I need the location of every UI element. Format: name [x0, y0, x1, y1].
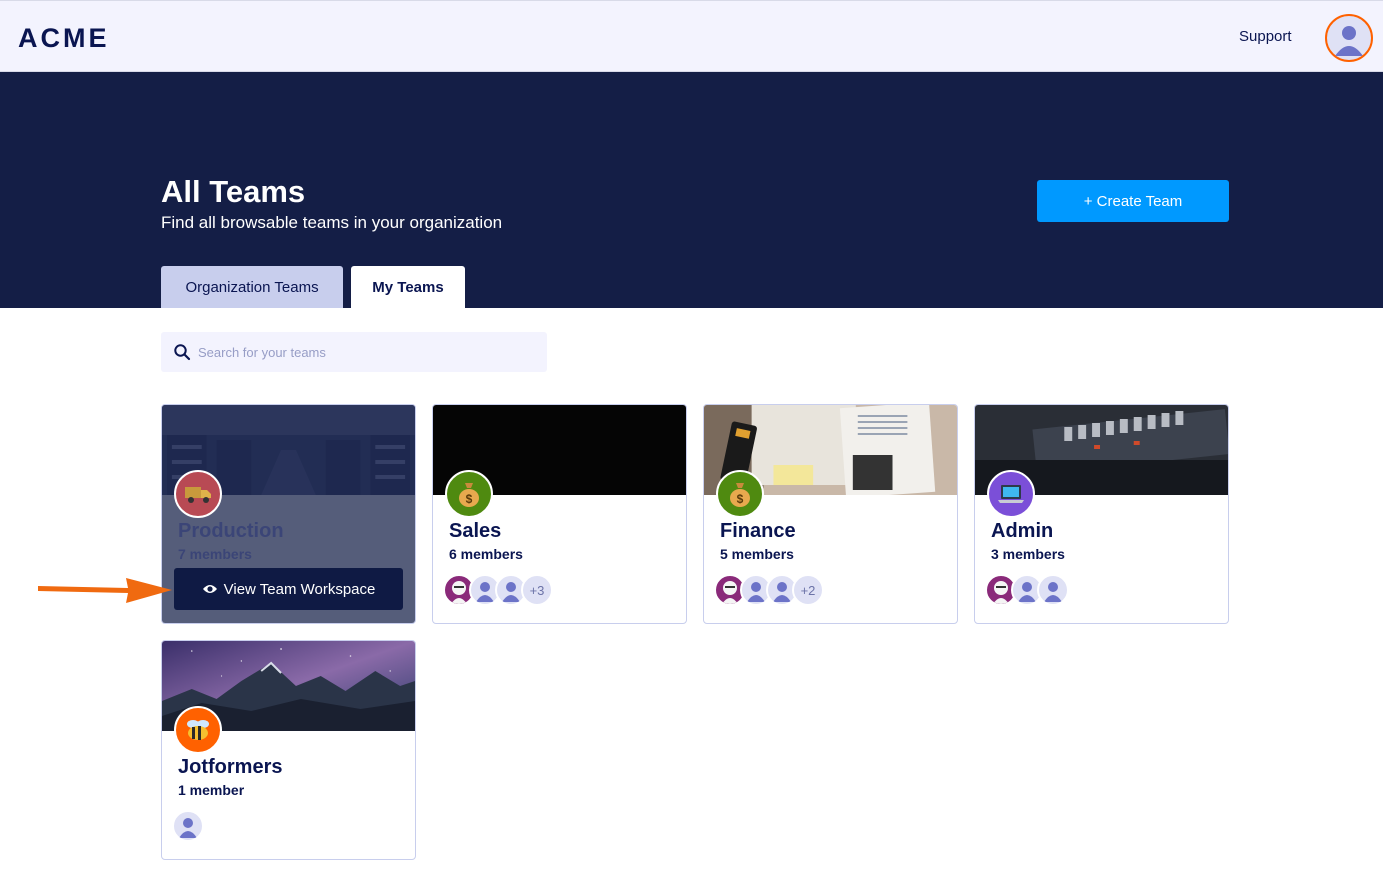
- money-bag-icon: $: [716, 470, 764, 518]
- acme-logo[interactable]: ACME: [18, 23, 110, 54]
- team-name: Finance: [720, 520, 796, 542]
- team-member-count: 5 members: [720, 546, 794, 562]
- annotation-arrow-icon: [38, 578, 172, 603]
- more-members-badge[interactable]: +3: [521, 574, 553, 606]
- team-name: Production: [178, 520, 284, 542]
- create-team-button[interactable]: + Create Team: [1037, 180, 1229, 222]
- more-members-badge[interactable]: +2: [792, 574, 824, 606]
- team-member-count: 3 members: [991, 546, 1065, 562]
- money-bag-icon: $: [445, 470, 493, 518]
- top-bar: ACME Support: [0, 0, 1383, 72]
- team-member-count: 1 member: [178, 782, 245, 798]
- team-card-production[interactable]: Production 7 members View Team Workspace: [161, 404, 416, 624]
- team-name: Admin: [991, 520, 1054, 542]
- eye-icon: [202, 585, 217, 593]
- support-link[interactable]: Support: [1239, 28, 1292, 45]
- tab-organization-teams[interactable]: Organization Teams: [161, 266, 343, 308]
- member-avatars: [985, 574, 1069, 606]
- page-subtitle: Find all browsable teams in your organiz…: [161, 213, 503, 232]
- search-box: [161, 332, 547, 372]
- member-avatars: +2: [714, 574, 824, 606]
- laptop-icon: [987, 470, 1035, 518]
- bee-icon: [174, 706, 222, 754]
- team-card-jotformers[interactable]: Jotformers 1 member: [161, 640, 416, 860]
- search-icon: [174, 344, 191, 361]
- svg-text:$: $: [737, 492, 744, 506]
- member-avatars: +3: [443, 574, 553, 606]
- avatar[interactable]: [1037, 574, 1069, 606]
- member-avatars: [172, 810, 204, 842]
- user-avatar[interactable]: [1325, 14, 1373, 62]
- team-card-sales[interactable]: $ Sales 6 members +3: [432, 404, 687, 624]
- hero-banner: All Teams Find all browsable teams in yo…: [0, 72, 1383, 308]
- team-card-finance[interactable]: $ Finance 5 members +2: [703, 404, 958, 624]
- search-input[interactable]: [198, 332, 538, 372]
- team-card-admin[interactable]: Admin 3 members: [974, 404, 1229, 624]
- view-team-workspace-label: View Team Workspace: [223, 580, 376, 598]
- team-member-count: 7 members: [178, 546, 252, 562]
- tab-my-teams[interactable]: My Teams: [351, 266, 465, 308]
- svg-text:$: $: [466, 492, 473, 506]
- team-name: Jotformers: [178, 756, 283, 778]
- page-title: All Teams: [161, 174, 306, 209]
- team-name: Sales: [449, 520, 502, 542]
- team-member-count: 6 members: [449, 546, 523, 562]
- view-team-workspace-button[interactable]: View Team Workspace: [174, 568, 403, 610]
- avatar[interactable]: [172, 810, 204, 842]
- user-icon: [1335, 26, 1363, 56]
- delivery-truck-icon: [174, 470, 222, 518]
